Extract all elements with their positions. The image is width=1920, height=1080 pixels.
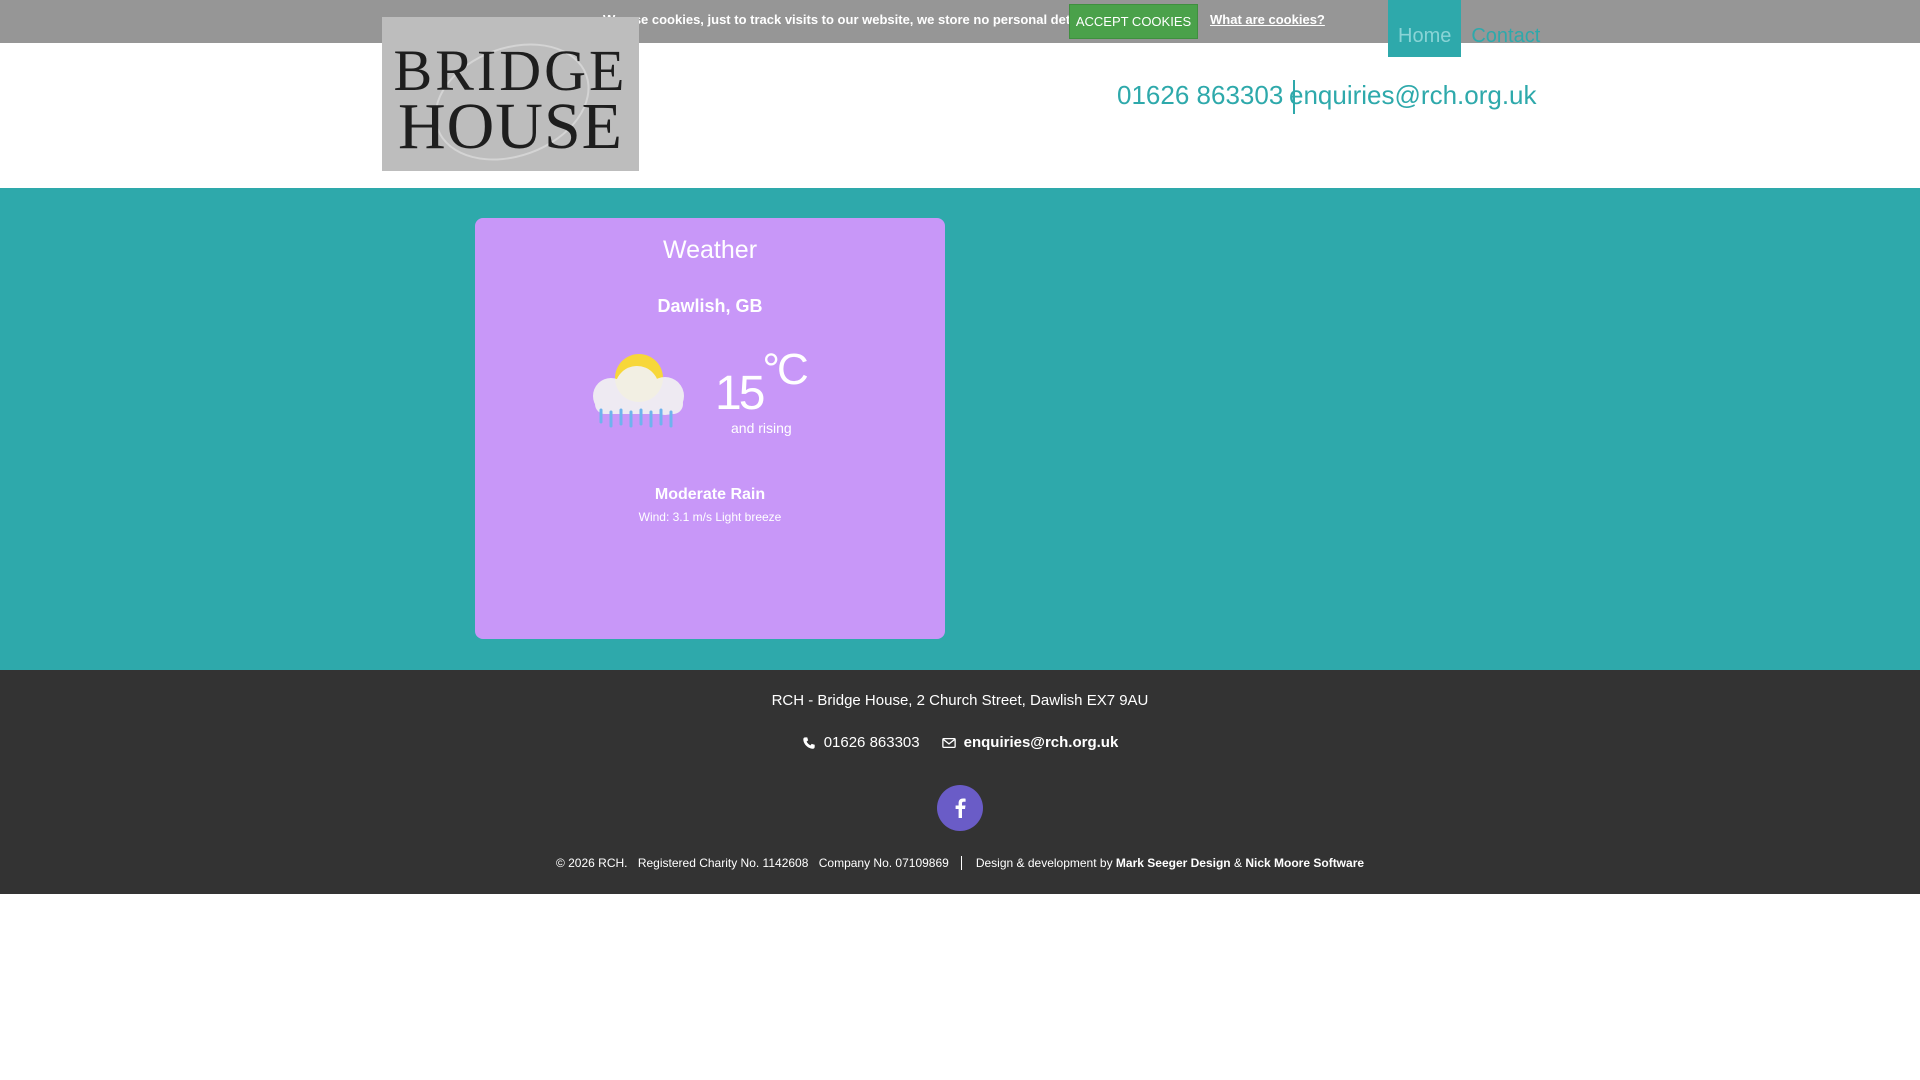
cloud-sun-rain-icon <box>593 354 684 428</box>
facebook-button[interactable] <box>937 785 983 831</box>
logo-line2: HOUSE <box>397 90 623 163</box>
footer-email-group: enquiries@rch.org.uk <box>941 734 1119 751</box>
temperature-trend: and rising <box>731 420 792 436</box>
credit-joiner: & <box>1233 856 1242 870</box>
credit-designer-link[interactable]: Mark Seeger Design <box>1116 856 1231 870</box>
header-phone[interactable]: 01626 863303 <box>1117 80 1296 114</box>
main-content: Weather Dawlish, GB 15°C and rising Mode… <box>0 188 1920 670</box>
temperature-value: 15 <box>715 367 765 420</box>
footer-email-link[interactable]: enquiries@rch.org.uk <box>964 734 1119 751</box>
weather-temperature: 15°C <box>715 345 809 421</box>
weather-wind: Wind: 3.1 m/s Light breeze <box>638 510 782 524</box>
company-number: Company No. 07109869 <box>818 856 949 870</box>
what-are-cookies-link[interactable]: What are cookies? <box>1210 12 1325 27</box>
main-nav: Home Contact <box>1388 0 1550 57</box>
nav-item-contact[interactable]: Contact <box>1461 0 1550 57</box>
nav-item-home[interactable]: Home <box>1388 0 1462 57</box>
cookie-bar: We use cookies, just to track visits to … <box>0 0 1920 43</box>
footer-contacts: 01626 863303 enquiries@rch.org.uk <box>0 734 1920 751</box>
accept-cookies-button[interactable]: ACCEPT COOKIES <box>1069 4 1198 39</box>
weather-title: Weather <box>662 236 758 264</box>
credit-developer-link[interactable]: Nick Moore Software <box>1245 856 1364 870</box>
envelope-icon <box>941 737 956 748</box>
copyright: © 2026 RCH. <box>555 856 628 870</box>
credits: Design & development by Mark Seeger Desi… <box>976 856 1364 870</box>
facebook-icon <box>955 798 966 818</box>
weather-location: Dawlish, GB <box>657 296 763 316</box>
credit-prefix: Design & development by <box>975 856 1113 870</box>
weather-description: Moderate Rain <box>654 486 766 503</box>
cookie-message: We use cookies, just to track visits to … <box>603 12 1096 27</box>
site-logo[interactable]: BRIDGE HOUSE <box>382 17 639 171</box>
footer-address: RCH - Bridge House, 2 Church Street, Daw… <box>771 692 1149 709</box>
footer-phone-group: 01626 863303 <box>802 734 920 751</box>
charity-number: Registered Charity No. 1142608 <box>637 856 809 870</box>
site-footer: RCH - Bridge House, 2 Church Street, Daw… <box>0 670 1920 894</box>
site-header: We use cookies, just to track visits to … <box>0 0 1920 188</box>
weather-widget: Weather Dawlish, GB 15°C and rising Mode… <box>475 218 945 639</box>
footer-phone[interactable]: 01626 863303 <box>824 734 920 751</box>
phone-icon <box>803 736 815 749</box>
legal-info: © 2026 RCH. Registered Charity No. 11426… <box>556 856 962 870</box>
footer-legal: © 2026 RCH. Registered Charity No. 11426… <box>0 856 1920 870</box>
header-email-link[interactable]: enquiries@rch.org.uk <box>1289 80 1537 111</box>
temperature-unit: °C <box>762 345 808 394</box>
